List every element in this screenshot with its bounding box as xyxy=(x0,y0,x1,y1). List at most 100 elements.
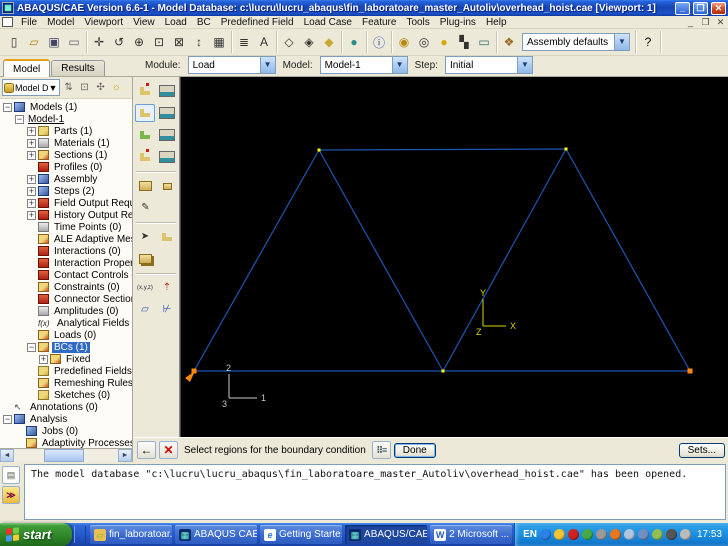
bc-create-icon[interactable] xyxy=(135,104,156,122)
language-indicator[interactable]: EN xyxy=(523,529,537,540)
zoom-box-icon[interactable]: ⊡ xyxy=(149,32,169,52)
load-case-manager-icon[interactable] xyxy=(157,148,177,166)
help-cursor-icon[interactable]: ? xyxy=(638,32,658,52)
menu-bc[interactable]: BC xyxy=(192,17,216,28)
open-icon[interactable]: ▱ xyxy=(24,32,44,52)
filter-icon[interactable]: ✣ xyxy=(94,82,108,93)
select-arrow-icon[interactable]: ➤ xyxy=(135,228,155,246)
xyz-coords-icon[interactable]: (x,y,z) xyxy=(135,279,155,297)
menu-feature[interactable]: Feature xyxy=(357,17,401,28)
spin-updown-icon[interactable]: ⇅ xyxy=(62,82,76,93)
task-2-microsoft[interactable]: W2 Microsoft ...▾ xyxy=(430,525,513,544)
task-fin-laboratoar[interactable]: ▱ fin_laboratoar... xyxy=(90,525,173,544)
menu-viewport[interactable]: Viewport xyxy=(79,17,128,28)
csys-axes-icon[interactable]: ⊬ xyxy=(157,301,177,319)
tree-item-jobs-0[interactable]: Jobs (0) xyxy=(0,425,132,437)
load-case-create-icon[interactable] xyxy=(135,148,155,166)
tree-item-sections-1[interactable]: + Sections (1) xyxy=(0,149,132,161)
expander-icon[interactable]: + xyxy=(27,138,36,148)
truss-member[interactable] xyxy=(318,148,567,151)
mdi-minimize-button[interactable]: _ xyxy=(683,17,698,27)
truss-node-bottom-left[interactable] xyxy=(191,368,197,374)
hidden-cube-icon[interactable]: ◈ xyxy=(299,32,319,52)
render-style-select[interactable]: Assembly defaults ▼ xyxy=(522,33,630,51)
truss-node-bottom-right[interactable] xyxy=(687,368,693,374)
scroll-right-icon[interactable]: ► xyxy=(118,449,132,462)
rotate-icon[interactable]: ↺ xyxy=(109,32,129,52)
datum-plane-icon[interactable]: ▱ xyxy=(135,301,155,319)
tree-item-model-1[interactable]: − Model-1 xyxy=(0,113,132,125)
menu-file[interactable]: File xyxy=(16,17,42,28)
lan-connection-icon[interactable] xyxy=(637,529,649,540)
tree-item-annotations-0[interactable]: ↖ Annotations (0) xyxy=(0,401,132,413)
menu-model[interactable]: Model xyxy=(42,17,79,28)
expander-icon[interactable]: + xyxy=(27,126,36,136)
model-select[interactable]: Model-1 ▼ xyxy=(319,56,408,74)
tree-item-analysis[interactable]: − Analysis xyxy=(0,413,132,425)
tree-item-connector-sections-0[interactable]: Connector Sections (0 xyxy=(0,293,132,305)
message-log-icon[interactable]: ▤ xyxy=(2,466,20,484)
tree-horizontal-scrollbar[interactable]: ◄ ► xyxy=(0,448,132,462)
circle-icon[interactable]: ● xyxy=(434,32,454,52)
tree-item-time-points-0[interactable]: Time Points (0) xyxy=(0,221,132,233)
module-select[interactable]: Load ▼ xyxy=(187,56,276,74)
shaded-cube-icon[interactable]: ◆ xyxy=(319,32,339,52)
fit-view-icon[interactable]: ⊠ xyxy=(169,32,189,52)
truss-node-bottom-mid[interactable] xyxy=(441,369,445,373)
sets-button[interactable]: Sets... xyxy=(678,442,725,458)
tree-item-amplitudes-0[interactable]: Amplitudes (0) xyxy=(0,305,132,317)
magnify-icon[interactable]: ⊕ xyxy=(129,32,149,52)
step-select[interactable]: Initial ▼ xyxy=(444,56,533,74)
region-l-icon[interactable] xyxy=(157,228,177,246)
tree-item-remeshing-rules-0[interactable]: Remeshing Rules (0) xyxy=(0,377,132,389)
prompt-cancel-button[interactable]: ✕ xyxy=(159,441,178,459)
tree-item-loads-0[interactable]: Loads (0) xyxy=(0,329,132,341)
load-manager-icon[interactable] xyxy=(157,82,177,100)
expander-icon[interactable]: + xyxy=(27,174,36,184)
paint-block-icon[interactable] xyxy=(135,250,156,268)
done-button[interactable]: Done xyxy=(393,442,436,458)
truss-node-top-right[interactable] xyxy=(564,147,568,151)
collapse-all-icon[interactable]: ⊡ xyxy=(78,82,92,93)
command-line-icon[interactable]: ≫ xyxy=(2,486,20,504)
amplitude-block-icon[interactable] xyxy=(135,177,155,195)
tree-item-sketches-0[interactable]: Sketches (0) xyxy=(0,389,132,401)
menu-plug-ins[interactable]: Plug-ins xyxy=(435,17,481,28)
restore-button[interactable]: ❐ xyxy=(693,1,708,15)
expander-icon[interactable]: − xyxy=(3,102,12,112)
tree-item-field-output-requests[interactable]: + Field Output Requests xyxy=(0,197,132,209)
expander-icon[interactable]: + xyxy=(27,210,36,220)
expander-icon[interactable]: − xyxy=(3,414,12,424)
messenger-icon[interactable] xyxy=(581,529,593,540)
tree-item-parts-1[interactable]: + Parts (1) xyxy=(0,125,132,137)
antivirus-icon[interactable] xyxy=(567,529,579,540)
prompt-back-button[interactable]: ← xyxy=(137,441,156,459)
status-dot-icon[interactable] xyxy=(679,529,691,540)
expander-icon[interactable]: + xyxy=(27,150,36,160)
scroll-left-icon[interactable]: ◄ xyxy=(0,449,14,462)
expander-icon[interactable]: − xyxy=(15,114,24,124)
load-create-icon[interactable] xyxy=(135,82,155,100)
amplitude-small-icon[interactable] xyxy=(157,177,177,195)
tree-item-bcs-1[interactable]: − BCs (1) xyxy=(0,341,132,353)
scroll-thumb[interactable] xyxy=(44,449,84,462)
bulb-icon[interactable]: ☼ xyxy=(110,82,124,93)
expander-icon[interactable]: + xyxy=(27,198,36,208)
certificate-icon[interactable] xyxy=(651,529,663,540)
tree-item-contact-controls-0[interactable]: Contact Controls (0) xyxy=(0,269,132,281)
query-list-icon[interactable]: ≣ xyxy=(234,32,254,52)
tree-item-predefined-fields-0[interactable]: Predefined Fields (0) xyxy=(0,365,132,377)
monitor-icon[interactable]: ▭ xyxy=(474,32,494,52)
tab-results[interactable]: Results xyxy=(51,60,105,76)
minimize-button[interactable]: _ xyxy=(675,1,690,15)
tree-item-analytical-fields-0[interactable]: f(x) Analytical Fields (0) xyxy=(0,317,132,329)
info-icon[interactable]: ⓘ xyxy=(369,32,389,52)
task-getting-starte[interactable]: eGetting Starte... xyxy=(260,525,343,544)
mesh-sphere-icon[interactable]: ● xyxy=(344,32,364,52)
language-bar-icon[interactable] xyxy=(539,529,551,540)
truss-node-top-left[interactable] xyxy=(317,148,321,152)
tree-item-materials-1[interactable]: + Materials (1) xyxy=(0,137,132,149)
edit-pencil-icon[interactable]: ✎ xyxy=(135,199,156,217)
cycle-views-icon[interactable]: ↕ xyxy=(189,32,209,52)
tree-item-constraints-0[interactable]: Constraints (0) xyxy=(0,281,132,293)
